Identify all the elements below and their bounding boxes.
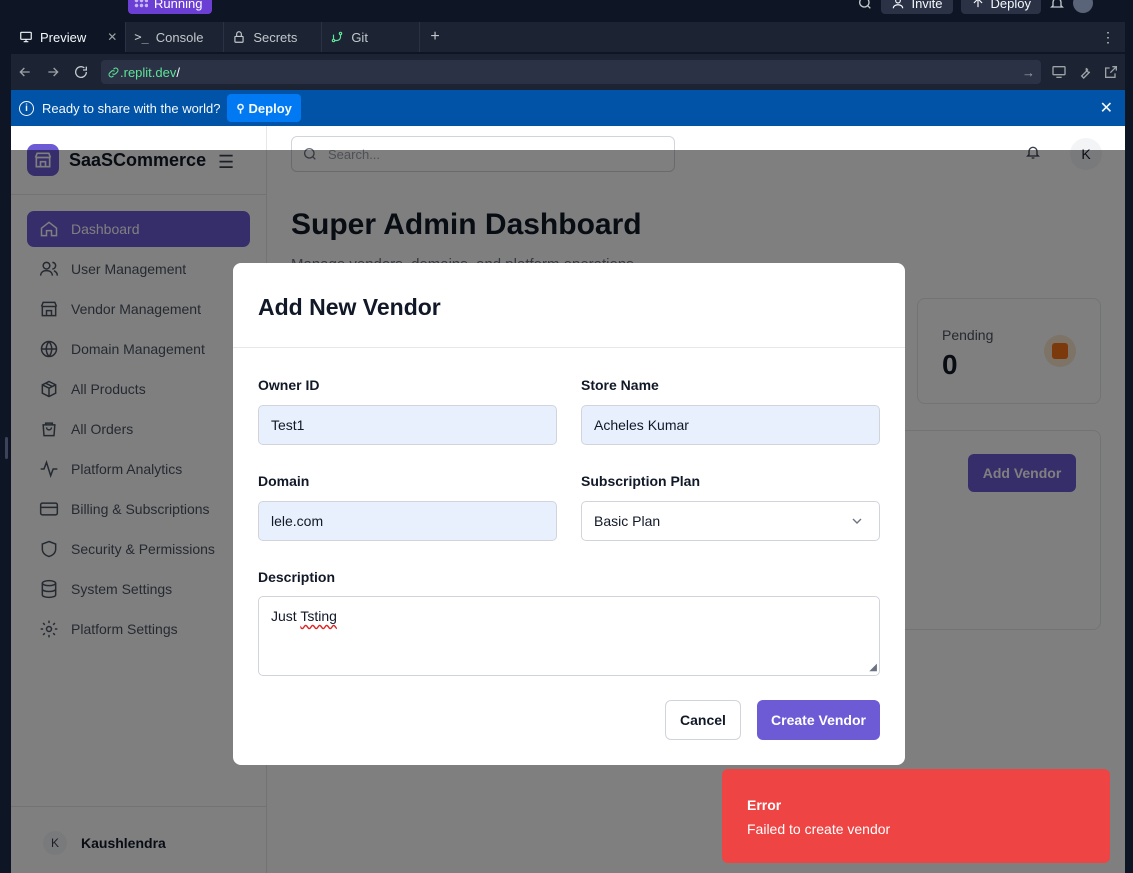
divider (233, 347, 905, 348)
tab-console[interactable]: >_ Console (126, 22, 225, 52)
cancel-button[interactable]: Cancel (665, 700, 741, 740)
domain-value: lele.com (271, 513, 324, 529)
toast-title: Error (747, 797, 782, 813)
description-label: Description (258, 569, 336, 585)
resize-handle[interactable] (5, 437, 8, 459)
tab-preview[interactable]: Preview ✕ (11, 22, 127, 52)
deploy-top-button[interactable]: Deploy (960, 0, 1041, 14)
tab-label: Git (351, 29, 368, 45)
add-vendor-dialog: Add New Vendor Owner ID Test1 Store Name… (233, 263, 905, 765)
tab-label: Secrets (253, 29, 298, 45)
url-tools (1051, 64, 1119, 80)
tab-secrets[interactable]: Secrets (224, 22, 323, 52)
owner-id-label: Owner ID (258, 377, 320, 393)
close-banner-icon[interactable]: ✕ (1100, 98, 1113, 118)
refresh-icon[interactable] (67, 64, 95, 80)
chevron-down-icon (852, 518, 862, 524)
replit-topbar: Running Invite Deploy (0, 0, 1133, 20)
close-tab-icon[interactable]: ✕ (107, 30, 117, 44)
domain-field[interactable]: lele.com (258, 501, 557, 541)
topbar-actions: Invite Deploy (857, 0, 1093, 14)
url-domain: .replit.dev (120, 64, 177, 80)
toast-message: Failed to create vendor (747, 821, 891, 837)
misspelled-word: Tsting (300, 608, 337, 624)
domain-label: Domain (258, 473, 310, 489)
link-icon (108, 67, 119, 77)
preview-url-bar: .replit.dev / → (11, 54, 1125, 90)
owner-id-field[interactable]: Test1 (258, 405, 557, 445)
tab-git[interactable]: Git (322, 22, 421, 52)
banner-deploy-label: Deploy (248, 100, 292, 116)
devices-icon[interactable] (1051, 64, 1067, 80)
bell-icon[interactable] (1049, 0, 1065, 11)
monitor-icon (20, 31, 32, 43)
resize-grip-icon[interactable]: ◢ (869, 662, 877, 673)
app-preview: SaaSCommerce ☰ Dashboard User Management… (11, 126, 1125, 873)
upload-icon (973, 0, 983, 8)
rocket-icon: ⚲ (236, 102, 245, 115)
store-name-value: Acheles Kumar (594, 417, 689, 433)
tab-label: Preview (40, 29, 87, 45)
info-icon: i (19, 100, 34, 116)
description-textarea[interactable]: Just Tsting ◢ (258, 596, 880, 676)
go-arrow-icon[interactable]: → (1022, 65, 1035, 80)
error-toast[interactable]: Error Failed to create vendor (722, 769, 1110, 863)
terminal-icon: >_ (134, 30, 149, 44)
profile-avatar[interactable] (1073, 0, 1093, 13)
workspace-tabs: Preview ✕ >_ Console Secrets Git + ⋮ (11, 22, 1125, 52)
owner-id-value: Test1 (271, 417, 305, 433)
more-options-icon[interactable]: ⋮ (1101, 29, 1115, 46)
user-icon (893, 0, 904, 9)
create-vendor-button[interactable]: Create Vendor (757, 700, 880, 740)
tab-label: Console (155, 29, 204, 45)
description-text: Just (271, 608, 301, 624)
invite-label: Invite (911, 0, 943, 11)
back-arrow-icon[interactable] (11, 64, 39, 80)
replit-logo-icon (134, 0, 148, 8)
git-branch-icon (332, 31, 343, 43)
run-status-label: Running (154, 0, 203, 11)
deploy-banner: i Ready to share with the world? ⚲ Deplo… (11, 90, 1125, 126)
subscription-plan-select[interactable]: Basic Plan (581, 501, 880, 541)
store-name-label: Store Name (581, 377, 659, 393)
banner-text: Ready to share with the world? (42, 100, 221, 116)
deploy-top-label: Deploy (990, 0, 1031, 11)
subscription-plan-value: Basic Plan (594, 513, 661, 529)
banner-deploy-button[interactable]: ⚲ Deploy (227, 94, 301, 122)
subscription-plan-label: Subscription Plan (581, 473, 701, 489)
url-path: / (176, 64, 180, 80)
store-name-field[interactable]: Acheles Kumar (581, 405, 880, 445)
url-input[interactable]: .replit.dev / → (101, 60, 1041, 84)
lock-icon (234, 31, 244, 43)
invite-button[interactable]: Invite (881, 0, 953, 14)
external-link-icon[interactable] (1103, 64, 1119, 80)
run-status-button[interactable]: Running (128, 0, 213, 14)
dialog-title: Add New Vendor (258, 294, 441, 320)
search-icon[interactable] (857, 0, 873, 11)
wrench-icon[interactable] (1077, 64, 1093, 80)
forward-arrow-icon[interactable] (39, 64, 67, 80)
add-tab-icon[interactable]: + (420, 28, 449, 46)
